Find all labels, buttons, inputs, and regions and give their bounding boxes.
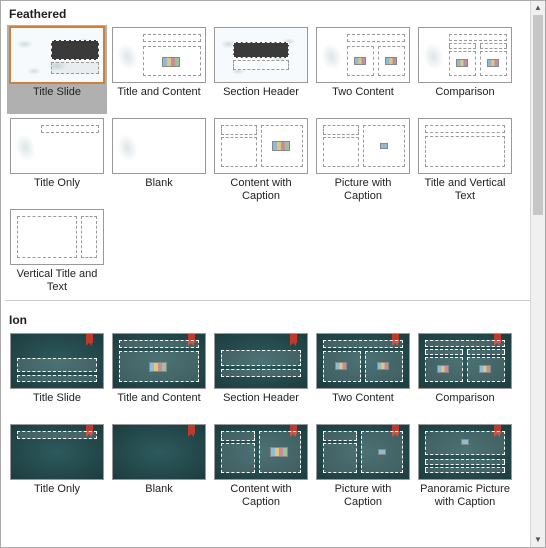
layout-label: Comparison	[417, 86, 513, 112]
layout-item-title-only[interactable]: Title Only	[7, 422, 107, 511]
layout-label: Two Content	[315, 392, 411, 418]
layout-item-section-header[interactable]: Section Header	[211, 331, 311, 420]
scrollbar-thumb[interactable]	[533, 15, 543, 215]
layout-thumbnail	[112, 118, 206, 174]
layout-item-two-content[interactable]: Two Content	[313, 331, 413, 420]
layout-thumbnail	[316, 27, 410, 83]
layout-thumbnail	[418, 118, 512, 174]
section-divider	[5, 300, 541, 301]
layout-label: Vertical Title and Text	[9, 268, 105, 294]
layout-thumbnail	[316, 118, 410, 174]
layout-thumbnail	[316, 333, 410, 389]
layout-grid: Title Slide Title and Content Section He…	[3, 25, 527, 296]
layout-thumbnail	[418, 333, 512, 389]
layout-grid: Title Slide Title and Content Section He…	[3, 331, 527, 511]
accent-flag-icon	[86, 334, 93, 343]
layout-thumbnail	[10, 424, 104, 480]
layout-label: Title and Content	[111, 392, 207, 418]
layout-item-title-and-content[interactable]: Title and Content	[109, 25, 209, 114]
layout-thumbnail	[214, 118, 308, 174]
layout-item-comparison[interactable]: Comparison	[415, 25, 515, 114]
layout-label: Title Slide	[9, 86, 105, 112]
layout-item-picture-with-caption[interactable]: Picture with Caption	[313, 116, 413, 205]
theme-section-ion: Ion Title Slide Title and Content	[1, 307, 529, 511]
layout-label: Two Content	[315, 86, 411, 112]
layout-item-picture-with-caption[interactable]: Picture with Caption	[313, 422, 413, 511]
layout-thumbnail	[214, 27, 308, 83]
layout-item-title-vertical-text[interactable]: Title and Vertical Text	[415, 116, 515, 205]
layout-thumbnail	[10, 27, 104, 83]
layout-thumbnail	[112, 27, 206, 83]
layout-item-panoramic-picture-caption[interactable]: Panoramic Picture with Caption	[415, 422, 515, 511]
layout-thumbnail	[10, 118, 104, 174]
layout-item-title-and-content[interactable]: Title and Content	[109, 331, 209, 420]
vertical-scrollbar[interactable]: ▲ ▼	[530, 1, 545, 547]
layout-item-title-slide[interactable]: Title Slide	[7, 331, 107, 420]
layout-item-comparison[interactable]: Comparison	[415, 331, 515, 420]
layout-item-content-with-caption[interactable]: Content with Caption	[211, 422, 311, 511]
layout-label: Picture with Caption	[315, 177, 411, 203]
layout-item-title-slide[interactable]: Title Slide	[7, 25, 107, 114]
layout-label: Title and Content	[111, 86, 207, 112]
layout-label: Panoramic Picture with Caption	[417, 483, 513, 509]
theme-header: Ion	[3, 307, 527, 331]
layout-thumbnail	[418, 27, 512, 83]
layout-item-blank[interactable]: Blank	[109, 422, 209, 511]
layout-thumbnail	[10, 209, 104, 265]
scroll-down-arrow-icon[interactable]: ▼	[531, 533, 545, 547]
layout-label: Blank	[111, 483, 207, 509]
layout-label: Title and Vertical Text	[417, 177, 513, 203]
layout-label: Title Only	[9, 483, 105, 509]
layout-label: Title Only	[9, 177, 105, 203]
accent-flag-icon	[188, 425, 195, 434]
layout-item-blank[interactable]: Blank	[109, 116, 209, 205]
layout-label: Picture with Caption	[315, 483, 411, 509]
layout-thumbnail	[112, 424, 206, 480]
layout-item-two-content[interactable]: Two Content	[313, 25, 413, 114]
layout-thumbnail	[316, 424, 410, 480]
theme-header: Feathered	[3, 1, 527, 25]
layout-item-content-with-caption[interactable]: Content with Caption	[211, 116, 311, 205]
layout-item-section-header[interactable]: Section Header	[211, 25, 311, 114]
layout-item-vertical-title-text[interactable]: Vertical Title and Text	[7, 207, 107, 296]
theme-section-feathered: Feathered Title Slide Title and Content	[1, 1, 529, 296]
accent-flag-icon	[290, 334, 297, 343]
layout-thumbnail	[418, 424, 512, 480]
scroll-up-arrow-icon[interactable]: ▲	[531, 1, 545, 15]
layout-label: Section Header	[213, 392, 309, 418]
layout-label: Blank	[111, 177, 207, 203]
layout-thumbnail	[214, 424, 308, 480]
layout-label: Comparison	[417, 392, 513, 418]
layout-thumbnail	[10, 333, 104, 389]
layout-label: Content with Caption	[213, 483, 309, 509]
layout-label: Section Header	[213, 86, 309, 112]
layout-item-title-only[interactable]: Title Only	[7, 116, 107, 205]
layout-label: Title Slide	[9, 392, 105, 418]
layout-thumbnail	[112, 333, 206, 389]
layout-thumbnail	[214, 333, 308, 389]
layout-label: Content with Caption	[213, 177, 309, 203]
layout-gallery-panel: Feathered Title Slide Title and Content	[0, 0, 546, 548]
